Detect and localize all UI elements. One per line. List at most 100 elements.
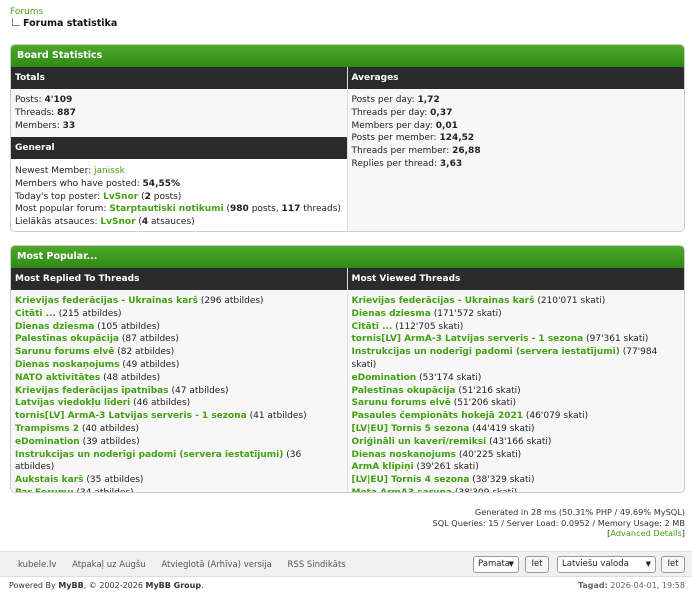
replied-thread-link[interactable]: Dienas noskaņojums xyxy=(15,360,119,370)
viewed-row: Krievijas federācijas - Ukrainas karš (2… xyxy=(352,295,681,308)
viewed-count: (40'225 skati) xyxy=(458,449,522,460)
most-replied-header: Most Replied To Threads xyxy=(11,268,347,290)
replied-thread-link[interactable]: eDomination xyxy=(15,437,80,447)
advanced-details-link[interactable]: Advanced Details xyxy=(610,528,681,538)
viewed-thread-link[interactable]: [LV|EU] Tornis 4 sezona xyxy=(352,475,470,485)
replied-thread-link[interactable]: Par Forumu xyxy=(15,488,74,492)
general-list: Newest Member: janissk Members who have … xyxy=(11,159,347,231)
theme-go-button[interactable]: Iet xyxy=(525,556,549,573)
viewed-count: (44'419 skati) xyxy=(472,423,535,434)
theme-select[interactable]: Pamata ▼ xyxy=(473,556,519,573)
newest-member-link[interactable]: janissk xyxy=(94,166,125,176)
replied-thread-link[interactable]: Dienas dziesma xyxy=(15,322,94,332)
totals-column: Totals Posts: 4'109 Threads: 887 Members… xyxy=(11,67,348,231)
viewed-thread-link[interactable]: ArmA klipiņi xyxy=(352,462,414,472)
viewed-thread-link[interactable]: tornis[LV] ArmA-3 Latvijas serveris - 1 … xyxy=(352,334,584,344)
replied-count: (40 atbildes) xyxy=(81,423,139,434)
newest-member: Newest Member: janissk xyxy=(15,166,125,176)
viewed-thread-link[interactable]: Palestīnas okupācija xyxy=(352,386,456,396)
stat-members: Members: 33 xyxy=(15,120,76,131)
replied-thread-link[interactable]: Palestīnas okupācija xyxy=(15,334,119,344)
replied-count: (47 atbildes) xyxy=(171,385,229,396)
page-title-text: Foruma statistika xyxy=(23,18,118,29)
viewed-row: Oriģināli un kaveri/remiksi (43'166 skat… xyxy=(352,436,681,449)
viewed-thread-link[interactable]: Sarunu forums elvē xyxy=(352,398,451,408)
viewed-row: Meta ArmA3 saruna (38'309 skati) xyxy=(352,487,681,493)
avg-replies-per-thread: Replies per thread: 3,63 xyxy=(351,158,463,169)
stat-posts: Posts: 4'109 xyxy=(15,95,73,105)
viewed-count: (39'261 skati) xyxy=(416,462,479,473)
viewed-count: (171'572 skati) xyxy=(433,308,502,319)
language-go-button[interactable]: Iet xyxy=(661,556,685,573)
avg-posts-per-day: Posts per day: 1,72 xyxy=(351,95,440,105)
replied-thread-link[interactable]: Trampisms 2 xyxy=(15,424,79,434)
replied-count: (105 atbildes) xyxy=(97,321,160,332)
chevron-down-icon: ▼ xyxy=(645,560,651,568)
replied-thread-link[interactable]: NATO aktivitātes xyxy=(15,373,100,383)
replied-count: (296 atbildes) xyxy=(200,296,264,306)
most-popular-header: Most Popular... xyxy=(11,246,684,268)
replied-row: Dienas noskaņojums (49 atbildes) xyxy=(15,359,343,372)
most-viewed-column: Most Viewed Threads Krievijas federācija… xyxy=(347,268,684,493)
viewed-count: (38'309 skati) xyxy=(454,487,518,493)
replied-row: Par Forumu (34 atbildes) xyxy=(15,487,343,493)
viewed-count: (51'216 skati) xyxy=(458,385,521,396)
viewed-thread-link[interactable]: Meta ArmA3 saruna xyxy=(352,488,452,492)
members-posted: Members who have posted: 54,55% xyxy=(15,178,181,189)
viewed-thread-link[interactable]: eDomination xyxy=(352,373,417,383)
viewed-thread-link[interactable]: [LV|EU] Tornis 5 sezona xyxy=(352,424,470,434)
general-header: General xyxy=(11,137,347,159)
viewed-row: ArmA klipiņi (39'261 skati) xyxy=(352,461,681,474)
avg-posts-per-member: Posts per member: 124,52 xyxy=(351,133,475,144)
replied-row: Krievijas federācijas īpatnības (47 atbi… xyxy=(15,385,343,398)
powered-by: Powered By MyBB, © 2002-2026 MyBB Group. xyxy=(9,581,204,590)
replied-row: tornis[LV] ArmA-3 Latvijas serveris - 1 … xyxy=(15,410,343,423)
viewed-row: [LV|EU] Tornis 5 sezona (44'419 skati) xyxy=(352,423,681,436)
popular-forum-link[interactable]: Starptautiski notikumi xyxy=(109,204,223,214)
viewed-thread-link[interactable]: Instrukcijas un noderīgi padomi (servera… xyxy=(352,347,620,357)
top-poster: Today's top poster: LvSnor (2 posts) xyxy=(15,191,182,202)
viewed-row: Sarunu forums elvē (51'206 skati) xyxy=(352,397,681,410)
footer-bar: kubele.lv Atpakaļ uz Augšu Atvieglotā (A… xyxy=(0,551,692,577)
viewed-thread-link[interactable]: Pasaules čempionāts hokejā 2021 xyxy=(352,411,524,421)
viewed-row: eDomination (53'174 skati) xyxy=(352,372,681,385)
avg-members-per-day: Members per day: 0,01 xyxy=(351,120,458,131)
replied-thread-link[interactable]: tornis[LV] ArmA-3 Latvijas serveris - 1 … xyxy=(15,411,247,421)
viewed-thread-link[interactable]: Krievijas federācijas - Ukrainas karš xyxy=(352,296,535,306)
board-statistics-header: Board Statistics xyxy=(11,45,684,67)
viewed-row: Pasaules čempionāts hokejā 2021 (46'079 … xyxy=(352,410,681,423)
replied-thread-link[interactable]: Aukstais karš xyxy=(15,475,84,485)
mybb-group-link[interactable]: MyBB Group xyxy=(145,581,201,590)
replied-count: (34 atbildes) xyxy=(76,487,134,493)
replied-row: Krievijas federācijas - Ukrainas karš (2… xyxy=(15,295,343,308)
replied-count: (39 atbildes) xyxy=(82,436,140,447)
top-poster-link[interactable]: LvSnor xyxy=(103,192,138,202)
replied-count: (215 atbildes) xyxy=(58,308,122,319)
footer-link-rss[interactable]: RSS Sindikāts xyxy=(288,560,346,570)
replied-thread-link[interactable]: Citāti ... xyxy=(15,309,56,319)
copyright-bar: Powered By MyBB, © 2002-2026 MyBB Group.… xyxy=(0,578,692,594)
top-references-link[interactable]: LvSnor xyxy=(100,217,135,227)
totals-header: Totals xyxy=(11,67,347,89)
replied-row: Palestīnas okupācija (87 atbildes) xyxy=(15,333,343,346)
language-select[interactable]: Latviešu valoda ▼ xyxy=(557,556,656,573)
breadcrumb-forums-link[interactable]: Forums xyxy=(10,7,117,17)
viewed-thread-link[interactable]: Oriģināli un kaveri/remiksi xyxy=(352,437,487,447)
viewed-thread-link[interactable]: Dienas noskaņojums xyxy=(352,450,456,460)
replied-thread-link[interactable]: Instrukcijas un noderīgi padomi (servera… xyxy=(15,450,283,460)
viewed-thread-link[interactable]: Dienas dziesma xyxy=(352,309,431,319)
mybb-link[interactable]: MyBB xyxy=(58,581,83,590)
viewed-count: (46'079 skati) xyxy=(525,411,589,422)
replied-thread-link[interactable]: Krievijas federācijas - Ukrainas karš xyxy=(15,296,198,306)
replied-row: Sarunu forums elvē (82 atbildes) xyxy=(15,346,343,359)
replied-thread-link[interactable]: Sarunu forums elvē xyxy=(15,347,114,357)
replied-row: Citāti ... (215 atbildes) xyxy=(15,308,343,321)
replied-count: (35 atbildes) xyxy=(86,475,144,486)
viewed-thread-link[interactable]: Citāti ... xyxy=(352,322,393,332)
footer-link-archive[interactable]: Atvieglotā (Arhīva) versija xyxy=(161,560,271,570)
viewed-count: (210'071 skati) xyxy=(537,296,606,306)
replied-thread-link[interactable]: Krievijas federācijas īpatnības xyxy=(15,386,169,396)
footer-link-home[interactable]: kubele.lv xyxy=(18,560,56,570)
footer-link-top[interactable]: Atpakaļ uz Augšu xyxy=(72,560,146,570)
replied-thread-link[interactable]: Latvijas viedokļu līderi xyxy=(15,398,130,408)
